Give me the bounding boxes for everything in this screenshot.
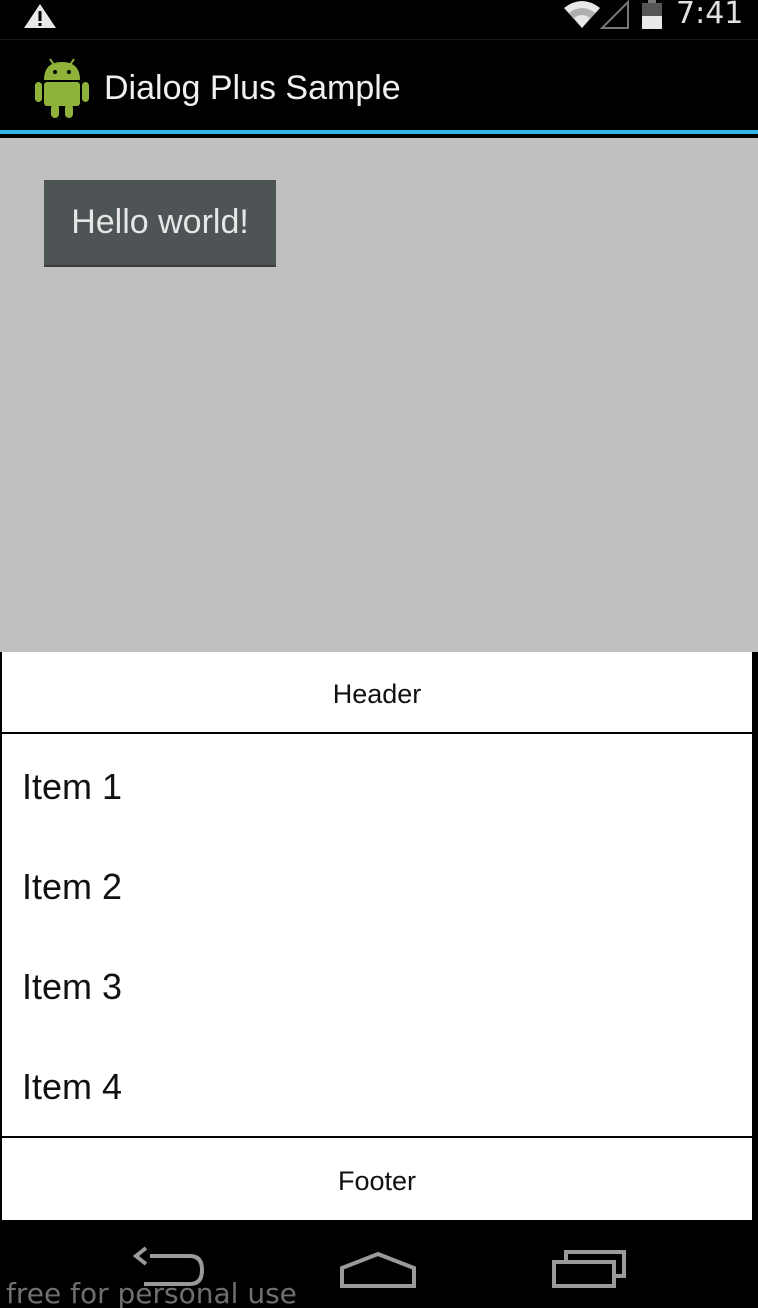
status-bar: 7:41 (0, 0, 758, 40)
warning-icon (24, 4, 56, 28)
action-bar: Dialog Plus Sample (0, 40, 758, 134)
status-clock: 7:41 (676, 0, 744, 31)
recent-apps-icon[interactable] (550, 1244, 628, 1292)
wifi-icon (564, 1, 600, 28)
list-item[interactable]: Item 4 (2, 1034, 752, 1134)
navigation-bar: free for personal use (0, 1220, 758, 1308)
watermark-text: free for personal use (6, 1277, 297, 1308)
dialog-footer: Footer (2, 1136, 752, 1218)
main-content: Hello world! (0, 138, 758, 652)
list-item[interactable]: Item 1 (2, 734, 752, 834)
android-icon[interactable] (34, 56, 90, 120)
dialog-list: Item 1 Item 2 Item 3 Item 4 (2, 734, 752, 1136)
list-item[interactable]: Item 3 (2, 934, 752, 1034)
app-title: Dialog Plus Sample (104, 69, 401, 107)
dialog-header: Header (2, 652, 752, 734)
hello-world-button[interactable]: Hello world! (44, 180, 276, 265)
list-item[interactable]: Item 2 (2, 834, 752, 934)
battery-icon (642, 0, 662, 29)
phone-screen: 7:41 Dialog Plus Sample Hello world! Hea… (0, 0, 758, 1308)
bottom-dialog: Header Item 1 Item 2 Item 3 Item 4 Foote… (0, 652, 752, 1220)
home-icon[interactable] (338, 1244, 418, 1292)
signal-icon (600, 0, 629, 29)
